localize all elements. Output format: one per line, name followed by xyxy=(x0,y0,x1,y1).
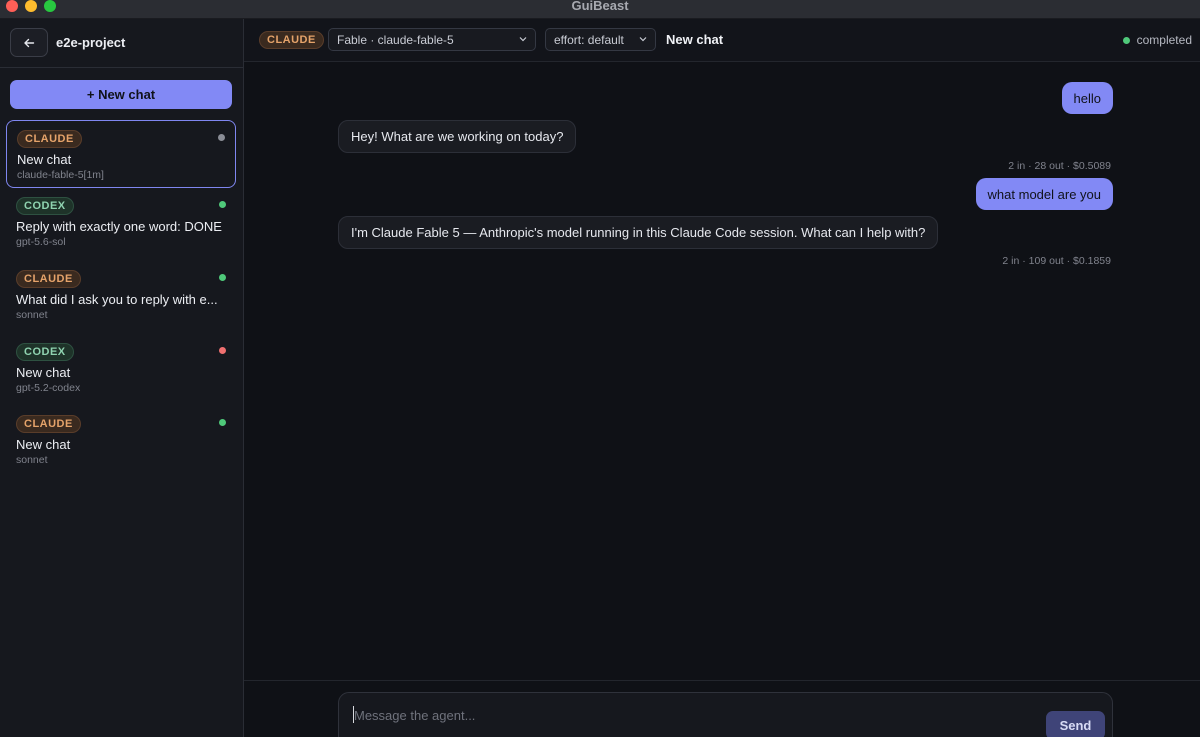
window-title: GuiBeast xyxy=(571,0,629,13)
chat-list-item[interactable]: CODEX New chat gpt-5.2-codex xyxy=(6,334,236,407)
composer: Send xyxy=(338,692,1113,737)
chat-title-heading: New chat xyxy=(666,32,724,47)
chat-status-dot xyxy=(218,134,225,141)
status-indicator-icon xyxy=(1122,36,1130,44)
chat-model: gpt-5.2-codex xyxy=(16,381,81,394)
new-chat-button[interactable]: + New chat xyxy=(10,80,232,109)
provider-badge: CLAUDE xyxy=(16,269,81,288)
model-select-value: Fable · claude-fable-5 xyxy=(337,32,454,47)
chat-status-dot xyxy=(219,346,226,354)
agent-message: I'm Claude Fable 5 — Anthropic's model r… xyxy=(338,216,939,249)
sidebar-header: e2e-project xyxy=(0,19,243,68)
chat-list-item[interactable]: CLAUDE New chat sonnet xyxy=(6,406,236,479)
agent-message: Hey! What are we working on today? xyxy=(338,120,577,153)
provider-badge: CODEX xyxy=(16,197,74,215)
chat-list-item[interactable]: CODEX Reply with exactly one word: DONE … xyxy=(6,188,236,261)
chat-title: Reply with exactly one word: DONE xyxy=(16,219,222,234)
user-message: what model are you xyxy=(975,178,1113,210)
composer-area: Send xyxy=(244,680,1200,737)
chat-model: sonnet xyxy=(16,454,48,467)
run-status: completed xyxy=(1122,33,1192,47)
project-name: e2e-project xyxy=(56,35,126,50)
chat-title: New chat xyxy=(16,437,71,453)
provider-badge: CLAUDE xyxy=(16,415,81,434)
message-meta: 2 in · 109 out · $0.1859 xyxy=(1002,255,1111,267)
chat-model: gpt-5.6-sol xyxy=(16,236,66,248)
chat-list-item[interactable]: CLAUDE What did I ask you to reply with … xyxy=(6,261,236,334)
model-select[interactable]: Fable · claude-fable-5 xyxy=(328,28,536,51)
sidebar: e2e-project + New chat CLAUDE New chat c… xyxy=(0,19,244,737)
chevron-down-icon xyxy=(639,37,647,42)
chat-toolbar: CLAUDE Fable · claude-fable-5 effort: de… xyxy=(244,19,1200,62)
provider-badge: CODEX xyxy=(16,342,74,361)
chat-title: New chat xyxy=(16,364,71,380)
chat-status-dot xyxy=(219,419,226,427)
arrow-left-icon xyxy=(24,38,35,47)
chat-list: CLAUDE New chat claude-fable-5[1m] CODEX… xyxy=(6,120,236,479)
main-panel: CLAUDE Fable · claude-fable-5 effort: de… xyxy=(244,19,1200,737)
user-message: hello xyxy=(1061,82,1113,114)
app-window: GuiBeast e2e-project + New chat CLAUDE N… xyxy=(0,0,1200,737)
provider-badge: CLAUDE xyxy=(259,31,324,49)
message-input[interactable] xyxy=(354,706,1034,724)
send-button[interactable]: Send xyxy=(1046,711,1105,737)
effort-select-value: effort: default xyxy=(554,32,624,47)
chat-title: New chat xyxy=(17,152,72,167)
provider-badge: CLAUDE xyxy=(17,130,82,148)
title-bar: GuiBeast xyxy=(0,0,1200,19)
chevron-down-icon xyxy=(519,37,527,42)
chat-list-item[interactable]: CLAUDE New chat claude-fable-5[1m] xyxy=(6,120,236,188)
message-list: hello Hey! What are we working on today?… xyxy=(244,63,1200,680)
back-button[interactable] xyxy=(10,28,48,57)
effort-select[interactable]: effort: default xyxy=(545,28,656,51)
chat-title: What did I ask you to reply with e... xyxy=(16,291,218,307)
chat-status-dot xyxy=(219,201,226,208)
chat-model: claude-fable-5[1m] xyxy=(17,169,104,181)
chat-model: sonnet xyxy=(16,308,48,321)
status-text: completed xyxy=(1136,33,1192,47)
chat-status-dot xyxy=(219,273,226,281)
message-meta: 2 in · 28 out · $0.5089 xyxy=(1008,160,1111,172)
